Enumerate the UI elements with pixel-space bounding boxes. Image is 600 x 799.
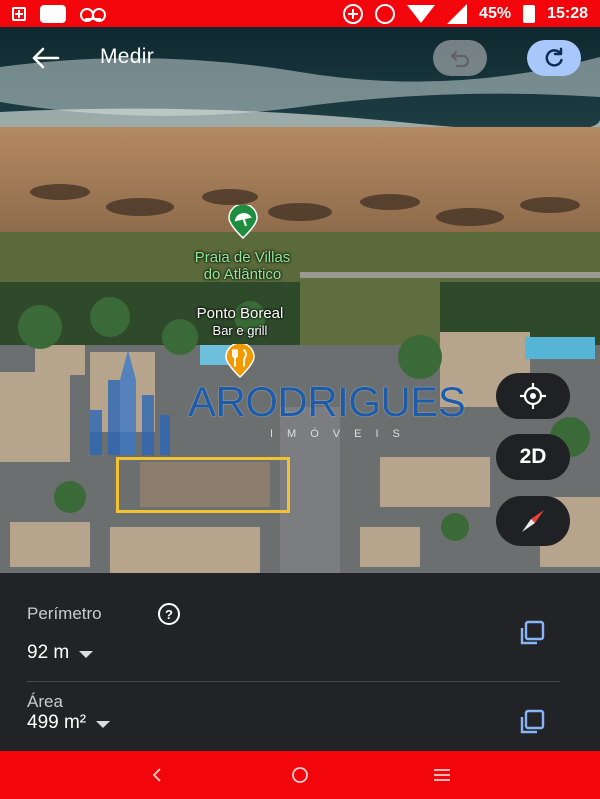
data-saver-icon [343,3,364,24]
help-icon[interactable]: ? [158,603,180,625]
clock: 15:28 [547,4,588,22]
copy-icon [520,709,545,734]
undo-button[interactable] [433,40,487,76]
beach-umbrella-icon [228,203,258,240]
perimeter-label: Perímetro [27,604,102,623]
redo-icon [545,47,563,67]
watermark-text: ARODRIGUES [188,378,466,425]
arrow-left-icon [32,47,60,69]
menu-nav-icon [434,769,450,781]
redo-button[interactable] [527,40,581,76]
nav-back-button[interactable] [137,761,177,789]
area-value: 499 m² [27,712,87,733]
back-button[interactable] [30,46,62,70]
battery-percent: 45% [479,4,512,22]
undo-icon [450,50,470,68]
compass-icon [522,510,544,532]
beach-pin[interactable] [227,203,259,244]
home-nav-icon [292,767,308,783]
chevron-down-icon [96,720,111,728]
chevron-down-icon [79,650,94,658]
poi-beach-line1: Praia de Villas [194,249,291,266]
poi-beach-line2: do Atlântico [203,266,282,283]
copy-perimeter-button[interactable] [514,615,550,651]
back-nav-icon [152,768,161,782]
watermark-subtext: IMÓVEIS [270,428,414,440]
copy-area-button[interactable] [514,704,550,740]
area-label: Área [27,692,63,711]
status-bar: 45% 15:28 [0,0,600,27]
compass-button[interactable] [496,496,570,546]
my-location-icon [520,383,546,409]
measured-lot-outline[interactable] [116,457,290,513]
my-location-button[interactable] [496,373,570,419]
pharmacy-icon [12,6,26,21]
battery-icon [523,4,536,23]
map-mode-button[interactable]: 2D [496,434,570,480]
perimeter-value: 92 m [27,642,70,663]
voicemail-icon [80,7,106,22]
satellite-imagery [0,27,600,573]
divider [27,681,560,682]
poi-beach-label[interactable]: Praia de Villas do Atlântico [160,249,325,283]
nav-menu-button[interactable] [422,761,462,789]
signal-icon [447,3,468,24]
wifi-icon [407,4,436,23]
message-icon [40,4,66,23]
perimeter-value-dropdown[interactable]: 92 m [27,642,94,664]
page-title: Medir [100,45,155,68]
poi-restaurant-name[interactable]: Ponto Boreal [160,305,320,322]
alarm-icon [375,3,396,24]
poi-restaurant-sub: Bar e grill [212,323,268,338]
navigation-bar [0,751,600,799]
area-value-dropdown[interactable]: 499 m² [27,712,111,734]
copy-icon [520,620,545,645]
nav-home-button[interactable] [280,761,320,789]
satellite-map[interactable] [0,27,600,573]
